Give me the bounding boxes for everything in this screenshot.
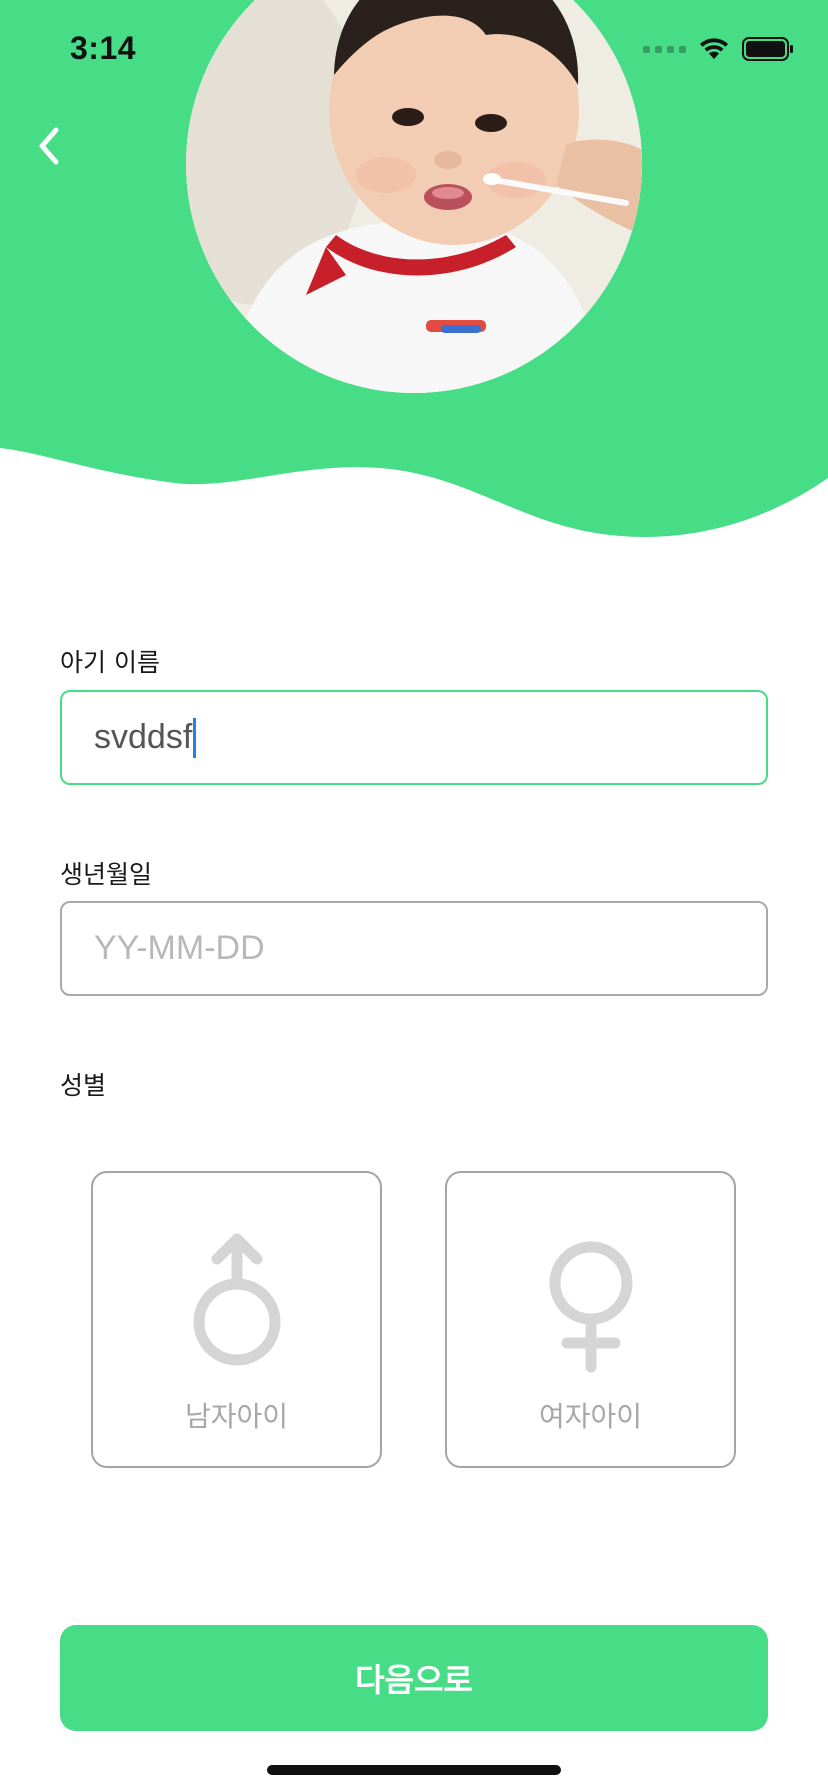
birth-date-input[interactable]: YY-MM-DD [60, 901, 768, 996]
status-time: 3:14 [70, 30, 137, 66]
next-button[interactable]: 다음으로 [60, 1625, 768, 1731]
battery-icon [742, 37, 793, 61]
gender-label: 성별 [60, 1071, 107, 1100]
status-icons [643, 36, 794, 62]
baby-name-label: 아기 이름 [60, 648, 160, 677]
text-caret [193, 717, 197, 758]
male-option-card[interactable]: 남자아이 [91, 1171, 382, 1468]
home-indicator [267, 1765, 561, 1775]
female-option-card[interactable]: 여자아이 [445, 1171, 736, 1468]
next-button-label: 다음으로 [355, 1661, 473, 1699]
signal-icon [643, 45, 686, 53]
baby-name-value: svddsf [94, 718, 193, 756]
birth-date-label: 생년월일 [60, 860, 153, 889]
status-bar: 3:14 [0, 0, 828, 100]
female-label: 여자아이 [538, 1400, 643, 1433]
back-button[interactable] [24, 118, 80, 174]
baby-registration-screen: 3:14 아기 이름 svddsf 생년월일 YY-MM-DD 성별 남자아이 … [0, 0, 828, 1792]
wifi-icon [700, 38, 728, 59]
chevron-left-icon [39, 127, 59, 165]
male-symbol-icon [193, 1233, 280, 1366]
female-symbol-icon [549, 1241, 632, 1373]
baby-name-input[interactable]: svddsf [60, 690, 768, 785]
male-label: 남자아이 [184, 1400, 289, 1433]
birth-date-placeholder: YY-MM-DD [94, 929, 265, 967]
